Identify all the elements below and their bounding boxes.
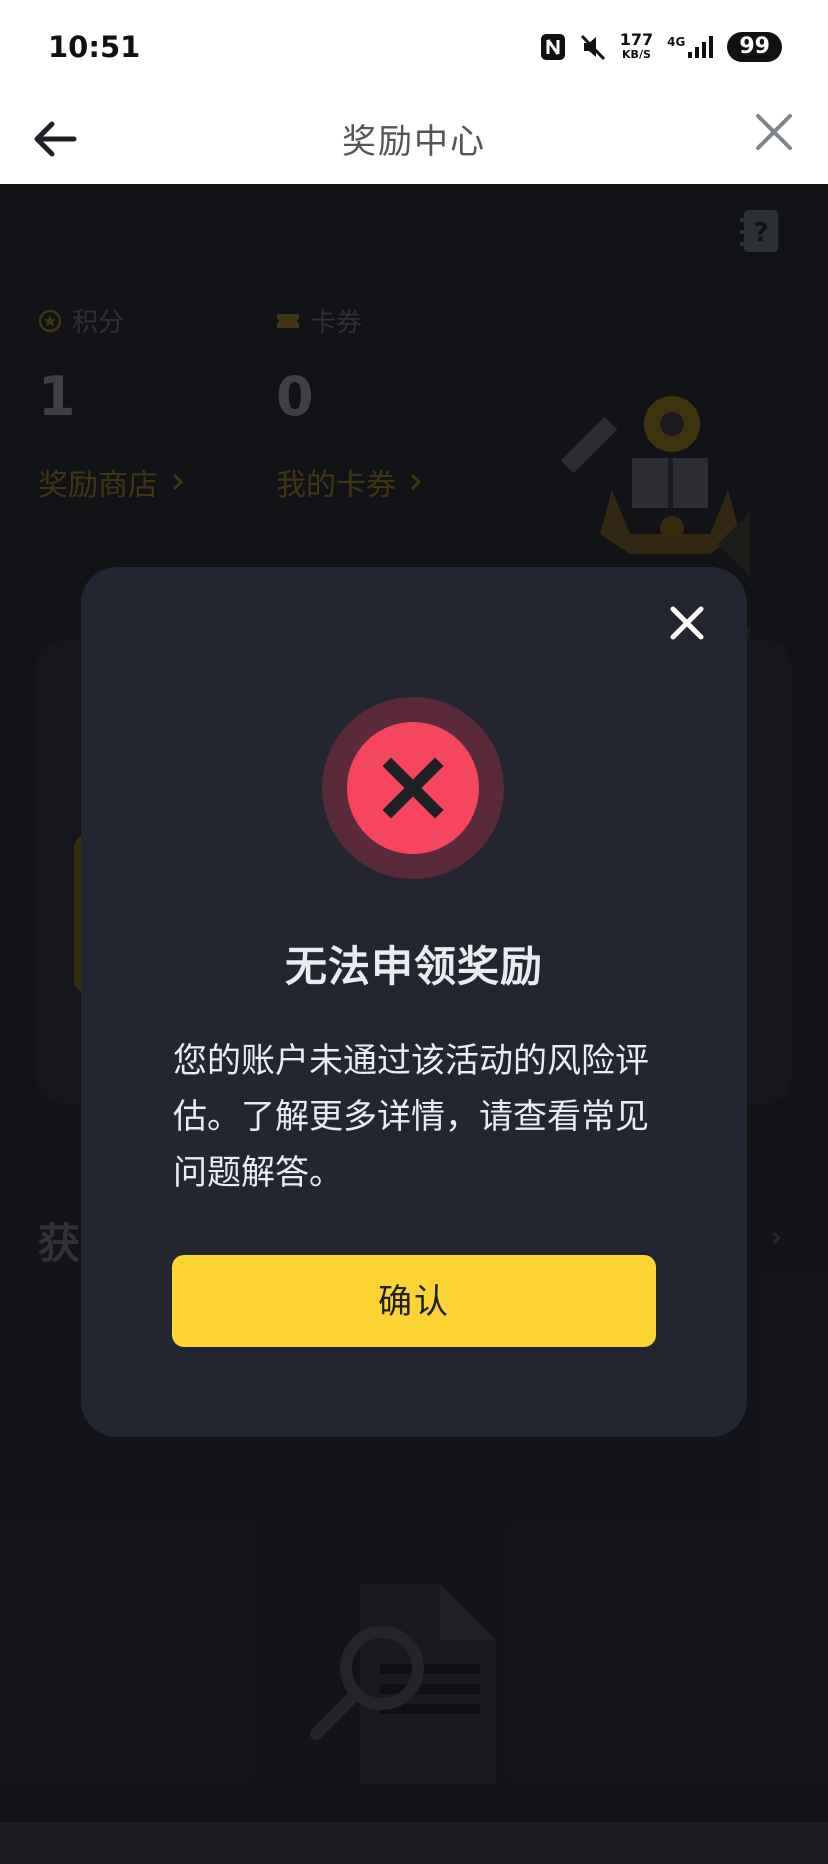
page-title: 奖励中心 (342, 122, 486, 162)
error-status-icon (322, 697, 504, 879)
status-bar: 10:51 177 KB/S 4G 99 (0, 0, 828, 96)
network-type: 4G (667, 35, 686, 49)
dialog-message: 您的账户未通过该活动的风险评估。了解更多详情，请查看常见问题解答。 (173, 1041, 649, 1193)
error-dot (347, 722, 479, 854)
signal-indicator: 4G (667, 35, 714, 59)
confirm-button[interactable]: 确认 (172, 1255, 656, 1347)
dialog-title: 无法申领奖励 (284, 942, 543, 991)
status-time: 10:51 (48, 30, 141, 64)
signal-icon (688, 36, 714, 58)
close-icon[interactable] (669, 605, 705, 641)
x-mark-icon (382, 757, 444, 819)
nfc-icon (540, 34, 565, 60)
mute-icon (580, 34, 605, 61)
nav-bar: 奖励中心 (0, 96, 828, 185)
error-dialog: 无法申领奖励 您的账户未通过该活动的风险评估。了解更多详情，请查看常见问题解答。… (81, 567, 747, 1437)
battery-indicator: 99 (727, 32, 782, 62)
status-icons: 177 KB/S 4G 99 (540, 32, 782, 62)
close-icon[interactable] (754, 112, 794, 152)
network-speed: 177 KB/S (619, 30, 654, 62)
